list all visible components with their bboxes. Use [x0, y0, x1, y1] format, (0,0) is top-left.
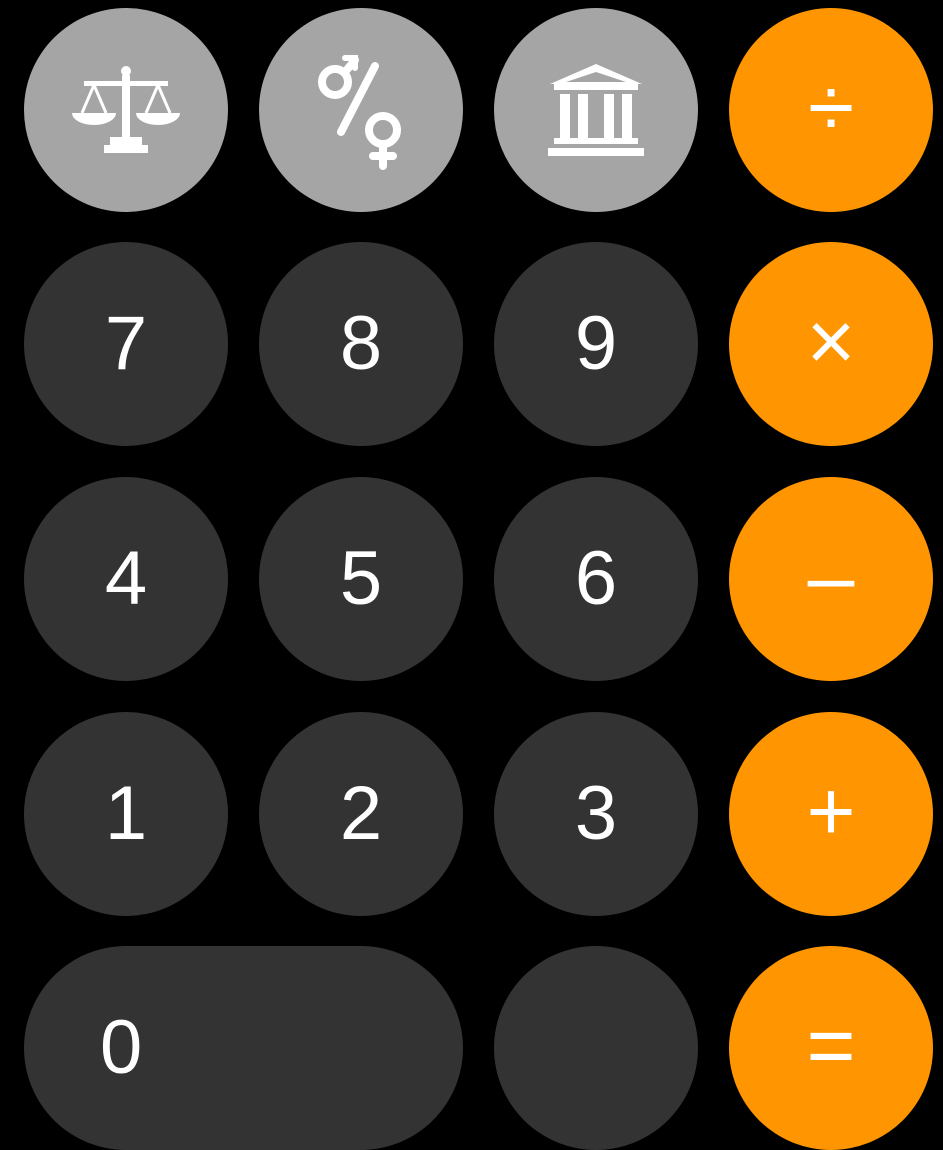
calculator-keypad: ÷ 7 8 9 × 4 5 6 – 1 2 3 + 0 =	[0, 0, 943, 1150]
digit-2-label: 2	[339, 771, 383, 856]
digit-0-button[interactable]: 0	[24, 946, 463, 1150]
digit-1-button[interactable]: 1	[24, 712, 228, 916]
digit-6-button[interactable]: 6	[494, 477, 698, 681]
digit-3-label: 3	[574, 771, 618, 856]
digit-7-label: 7	[104, 301, 148, 386]
digit-0-label: 0	[100, 1005, 143, 1090]
balance-scale-icon	[72, 66, 180, 153]
digit-4-button[interactable]: 4	[24, 477, 228, 681]
digit-8-button[interactable]: 8	[259, 242, 463, 446]
bank-building-button[interactable]	[494, 8, 698, 212]
digit-2-button[interactable]: 2	[259, 712, 463, 916]
equals-button[interactable]: =	[729, 946, 933, 1150]
subtract-label: –	[807, 529, 855, 623]
balance-scale-button[interactable]	[24, 8, 228, 212]
add-label: +	[806, 764, 856, 858]
add-button[interactable]: +	[729, 712, 933, 916]
digit-7-button[interactable]: 7	[24, 242, 228, 446]
decimal-button[interactable]	[494, 946, 698, 1150]
digit-5-button[interactable]: 5	[259, 477, 463, 681]
bank-building-icon	[548, 64, 644, 156]
subtract-button[interactable]: –	[729, 477, 933, 681]
digit-8-label: 8	[339, 301, 383, 386]
digit-3-button[interactable]: 3	[494, 712, 698, 916]
digit-9-button[interactable]: 9	[494, 242, 698, 446]
divide-button[interactable]: ÷	[729, 8, 933, 212]
digit-4-label: 4	[104, 536, 148, 621]
multiply-button[interactable]: ×	[729, 242, 933, 446]
equals-label: =	[806, 998, 856, 1092]
multiply-label: ×	[806, 294, 856, 388]
digit-1-label: 1	[104, 771, 148, 856]
digit-9-label: 9	[574, 301, 618, 386]
digit-6-label: 6	[574, 536, 618, 621]
male-female-percent-icon	[318, 55, 401, 170]
digit-5-label: 5	[339, 536, 383, 621]
male-female-percent-button[interactable]	[259, 8, 463, 212]
divide-label: ÷	[807, 60, 855, 154]
